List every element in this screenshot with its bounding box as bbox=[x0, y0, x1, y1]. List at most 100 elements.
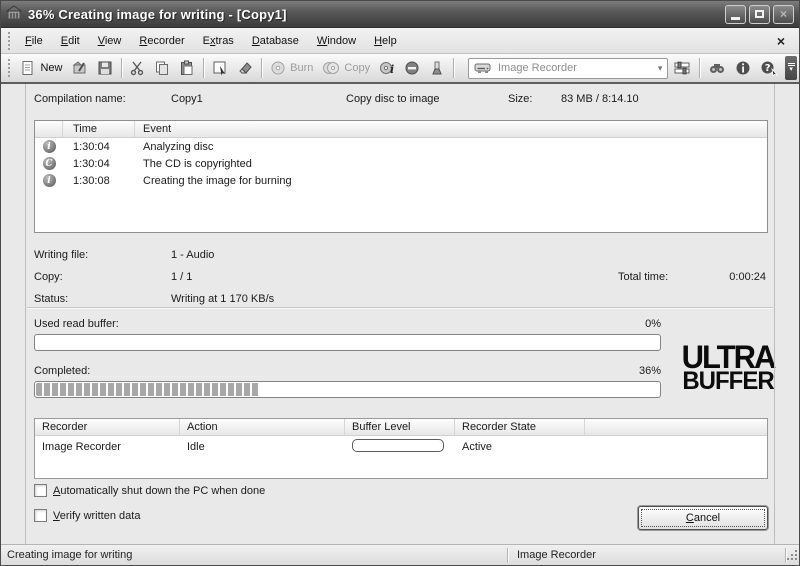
recorder-drive-icon bbox=[474, 62, 492, 74]
open-button[interactable] bbox=[68, 58, 92, 78]
menu-view[interactable]: View bbox=[89, 32, 131, 50]
window-controls: × bbox=[725, 5, 794, 24]
help-button[interactable]: ? bbox=[756, 58, 782, 78]
menu-edit[interactable]: Edit bbox=[52, 32, 89, 50]
toolbar-grip[interactable] bbox=[7, 59, 11, 77]
option-verify[interactable]: Verify written data bbox=[34, 509, 140, 522]
maximize-button[interactable] bbox=[749, 5, 770, 24]
drive-speed-button[interactable] bbox=[425, 58, 449, 78]
size-value: 83 MB / 8:14.10 bbox=[561, 93, 639, 105]
disc-info-button[interactable]: i bbox=[375, 58, 399, 78]
toolbar-separator bbox=[261, 58, 262, 78]
option-shutdown[interactable]: Automatically shut down the PC when done bbox=[34, 484, 265, 497]
menu-recorder[interactable]: Recorder bbox=[130, 32, 193, 50]
buffer-level-column-header[interactable]: Buffer Level bbox=[345, 419, 455, 435]
menu-window[interactable]: Window bbox=[308, 32, 365, 50]
event-row: i 1:30:08 Creating the image for burning bbox=[35, 172, 767, 189]
size-label: Size: bbox=[508, 93, 532, 105]
copy-label: Copy: bbox=[34, 271, 63, 283]
eject-icon bbox=[404, 60, 420, 76]
minimize-button[interactable] bbox=[725, 5, 746, 24]
copy-disc-icon bbox=[322, 60, 340, 76]
toolbar: New bbox=[1, 54, 799, 84]
search-button[interactable] bbox=[704, 58, 730, 78]
checkbox-shutdown[interactable] bbox=[34, 484, 47, 497]
help-icon: ? bbox=[760, 60, 778, 76]
toolbar-overflow-button[interactable]: ▾ bbox=[785, 56, 797, 80]
copy-to-clipboard-button[interactable] bbox=[150, 58, 174, 78]
info-button[interactable] bbox=[731, 58, 755, 78]
menu-file[interactable]: File bbox=[16, 32, 52, 50]
compilation-name-value: Copy1 bbox=[171, 93, 203, 105]
new-document-icon bbox=[20, 60, 36, 76]
close-button[interactable]: × bbox=[773, 5, 794, 24]
writing-file-value: 1 - Audio bbox=[171, 249, 214, 261]
mixer-button[interactable] bbox=[669, 58, 695, 78]
title-bar: 36% Creating image for writing - [Copy1]… bbox=[1, 1, 799, 28]
event-text: Creating the image for burning bbox=[135, 175, 767, 187]
event-text: The CD is copyrighted bbox=[135, 158, 767, 170]
recorder-action: Idle bbox=[180, 441, 345, 453]
completed-percent: 36% bbox=[639, 365, 661, 377]
new-compilation-button[interactable]: New bbox=[16, 58, 66, 78]
compilation-name-label: Compilation name: bbox=[34, 93, 126, 105]
option-shutdown-label: Automatically shut down the PC when done bbox=[53, 485, 265, 497]
menu-grip[interactable] bbox=[7, 32, 12, 50]
document-close-icon[interactable]: × bbox=[765, 33, 797, 49]
select-button[interactable] bbox=[208, 58, 232, 78]
event-time: 1:30:04 bbox=[63, 158, 135, 170]
save-button[interactable] bbox=[93, 58, 117, 78]
maximize-icon bbox=[755, 10, 764, 18]
menu-extras[interactable]: Extras bbox=[194, 32, 243, 50]
event-column-header[interactable]: Event bbox=[135, 121, 767, 137]
checkbox-verify[interactable] bbox=[34, 509, 47, 522]
chevron-down-icon: ▾ bbox=[658, 63, 663, 74]
cut-button[interactable] bbox=[125, 58, 149, 78]
menu-help[interactable]: Help bbox=[365, 32, 406, 50]
recorder-state: Active bbox=[455, 441, 585, 453]
toolbar-separator bbox=[121, 58, 122, 78]
event-row: i 1:30:04 Analyzing disc bbox=[35, 138, 767, 155]
recorder-column-header[interactable]: Recorder bbox=[35, 419, 180, 435]
toolbar-separator bbox=[203, 58, 204, 78]
info-icon: i bbox=[43, 140, 56, 153]
recorder-select[interactable]: Image Recorder ▾ bbox=[468, 58, 668, 79]
svg-text:?: ? bbox=[765, 63, 771, 74]
copy-disc-button[interactable]: Copy bbox=[318, 58, 374, 78]
copy-icon bbox=[154, 60, 170, 76]
cancel-button[interactable]: Cancel bbox=[638, 506, 768, 530]
recorder-select-value: Image Recorder bbox=[498, 62, 577, 74]
resize-grip[interactable] bbox=[787, 550, 797, 560]
event-log-header: Time Event bbox=[35, 121, 767, 138]
burn-button[interactable]: Burn bbox=[266, 58, 317, 78]
select-icon bbox=[212, 60, 228, 76]
recorder-table[interactable]: Recorder Action Buffer Level Recorder St… bbox=[34, 418, 768, 479]
completed-row: Completed: 36% bbox=[34, 365, 661, 377]
eject-button[interactable] bbox=[400, 58, 424, 78]
status-label: Status: bbox=[34, 293, 68, 305]
menu-database[interactable]: Database bbox=[243, 32, 308, 50]
status-bar-recorder: Image Recorder bbox=[509, 549, 785, 561]
event-row: C 1:30:04 The CD is copyrighted bbox=[35, 155, 767, 172]
paste-button[interactable] bbox=[175, 58, 199, 78]
copy-label: Copy bbox=[344, 62, 370, 74]
read-buffer-row: Used read buffer: 0% bbox=[34, 318, 661, 330]
action-column-header[interactable]: Action bbox=[180, 419, 345, 435]
info-icon: i bbox=[43, 174, 56, 187]
recorder-row[interactable]: Image Recorder Idle Active bbox=[35, 436, 767, 458]
erase-icon bbox=[237, 60, 253, 76]
time-column-header[interactable]: Time bbox=[63, 121, 135, 137]
minimize-icon bbox=[731, 17, 740, 20]
ultrabuffer-logo: ULTRA BUFFER bbox=[665, 345, 791, 391]
overflow-arrow-icon: ▾ bbox=[789, 66, 793, 73]
option-verify-label: Verify written data bbox=[53, 510, 140, 522]
event-log[interactable]: Time Event i 1:30:04 Analyzing disc C 1:… bbox=[34, 120, 768, 233]
recorder-state-column-header[interactable]: Recorder State bbox=[455, 419, 585, 435]
compilation-mode: Copy disc to image bbox=[346, 93, 440, 105]
event-time: 1:30:08 bbox=[63, 175, 135, 187]
event-text: Analyzing disc bbox=[135, 141, 767, 153]
erase-button[interactable] bbox=[233, 58, 257, 78]
compilation-panel: Compilation name: Copy1 Copy disc to ima… bbox=[1, 84, 799, 544]
icon-column-header[interactable] bbox=[35, 121, 63, 137]
separator bbox=[27, 307, 773, 309]
